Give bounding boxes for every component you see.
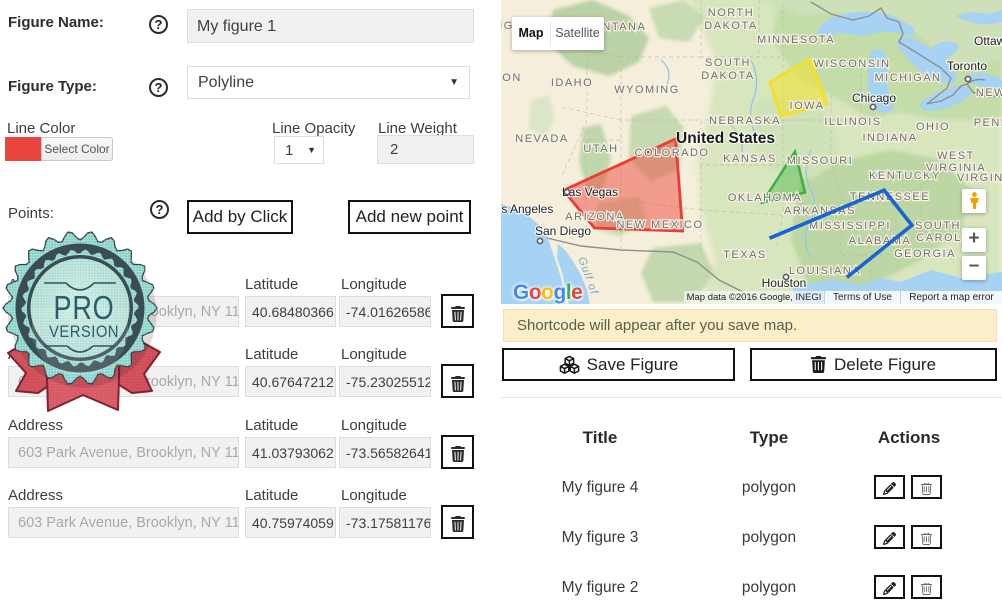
svg-text:Chicago: Chicago	[852, 91, 896, 105]
svg-text:GEORGIA: GEORGIA	[894, 248, 956, 260]
svg-text:PRO: PRO	[53, 291, 114, 327]
svg-text:VIRGINIA: VIRGINIA	[957, 172, 1002, 184]
svg-text:WYOMING: WYOMING	[614, 84, 680, 96]
svg-text:NEVADA: NEVADA	[515, 133, 568, 145]
svg-text:NORTH: NORTH	[708, 7, 754, 19]
svg-text:OKLAHOMA: OKLAHOMA	[728, 192, 802, 204]
svg-text:VERSION: VERSION	[49, 323, 119, 341]
svg-text:SOUTH: SOUTH	[705, 57, 751, 69]
svg-text:GON: GON	[501, 72, 522, 84]
svg-text:United States: United States	[676, 130, 775, 147]
svg-text:MISSOURI: MISSOURI	[787, 155, 853, 167]
svg-text:ALABAMA: ALABAMA	[849, 235, 911, 247]
svg-text:SOUTH: SOUTH	[915, 220, 961, 232]
svg-text:MINNESOTA: MINNESOTA	[757, 34, 835, 46]
svg-text:os Angeles: os Angeles	[501, 202, 553, 216]
svg-text:INDIANA: INDIANA	[862, 132, 917, 144]
svg-text:UTAH: UTAH	[583, 143, 618, 155]
svg-text:PENN: PENN	[974, 117, 1002, 129]
svg-text:NEW: NEW	[976, 87, 1002, 99]
svg-text:TEXAS: TEXAS	[723, 249, 767, 261]
svg-text:MISSISSIPPI: MISSISSIPPI	[809, 220, 891, 232]
svg-text:KANSAS: KANSAS	[723, 153, 777, 165]
svg-text:MICHIGAN: MICHIGAN	[875, 72, 942, 84]
svg-text:DAKOTA: DAKOTA	[701, 70, 754, 82]
svg-text:NEBRASKA: NEBRASKA	[709, 115, 781, 127]
svg-text:NEW MEXICO: NEW MEXICO	[616, 219, 703, 231]
svg-text:San Diego: San Diego	[535, 224, 591, 238]
svg-text:WISCONSIN: WISCONSIN	[813, 58, 890, 70]
svg-text:ILLINOIS: ILLINOIS	[824, 116, 881, 128]
svg-text:Ottawa: Ottawa	[974, 34, 1002, 48]
svg-text:OHIO: OHIO	[916, 121, 950, 133]
svg-text:IDAHO: IDAHO	[551, 77, 593, 89]
svg-text:Toronto: Toronto	[947, 59, 987, 73]
svg-text:DAKOTA: DAKOTA	[704, 20, 757, 32]
svg-text:WEST: WEST	[937, 150, 975, 162]
svg-text:IOWA: IOWA	[790, 100, 825, 112]
svg-text:COLORADO: COLORADO	[635, 147, 710, 159]
